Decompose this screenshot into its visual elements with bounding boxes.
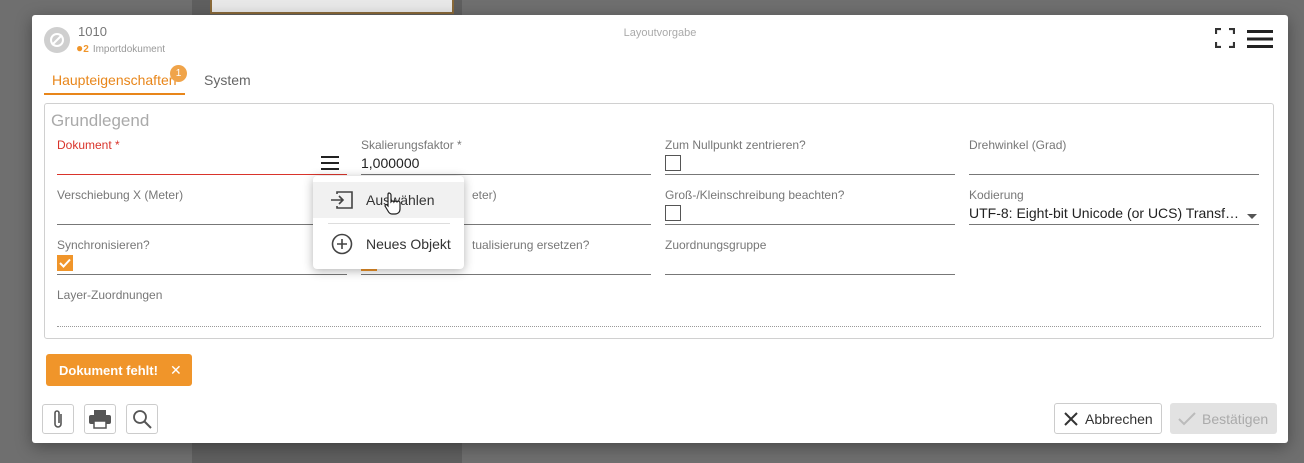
zuordnungsgruppe-input[interactable] [665,252,955,274]
error-chip-label: Dokument fehlt! [59,362,158,378]
tab-system[interactable]: System [196,69,259,91]
field-underline-dotted [57,326,1261,327]
synchronisieren-checkbox[interactable] [57,255,73,271]
field-underline [969,224,1259,225]
close-icon [1064,411,1078,426]
cancel-label: Abbrechen [1085,410,1153,427]
drehwinkel-input[interactable] [969,152,1259,174]
attach-button[interactable] [42,404,74,434]
tab-label: System [204,72,251,88]
field-zuordnungsgruppe[interactable]: Zuordnungsgruppe [665,238,955,275]
field-label: Kodierung [969,188,1024,202]
dialog-title: Layoutvorgabe [623,27,697,39]
confirm-label: Bestätigen [1202,410,1269,427]
field-label: Skalierungsfaktor * [361,138,462,152]
field-skalierungsfaktor[interactable]: Skalierungsfaktor * 1,000000 [361,138,651,175]
field-gross-klein: Groß-/Kleinschreibung beachten? [665,188,955,225]
dropdown-arrow-icon[interactable] [1247,214,1257,219]
kodierung-select[interactable]: UTF-8: Eight-bit Unicode (or UCS) Transf… [969,202,1259,224]
field-nullpunkt: Zum Nullpunkt zentrieren? [665,138,955,175]
field-dokument[interactable]: Dokument * [57,138,347,175]
dokument-popup-menu: Auswählen Neues Objekt [313,176,464,269]
tab-label: Haupteigenschaften [52,72,177,88]
tab-error-badge: 1 [170,65,187,82]
field-underline [969,174,1259,175]
edit-dialog: 1010 ●2 Importdokument Layoutvorgabe Haup… [32,15,1288,443]
field-underline [665,224,955,225]
fullscreen-icon [1214,27,1236,49]
field-underline [361,274,651,275]
record-count: 2 [83,44,89,55]
record-type: Importdokument [92,44,166,55]
search-button[interactable] [126,404,158,434]
field-label: Zum Nullpunkt zentrieren? [665,138,806,152]
fullscreen-button[interactable] [1214,27,1236,49]
nullpunkt-checkbox[interactable] [665,155,681,171]
field-layer-zuordnungen[interactable]: Layer-Zuordnungen [57,288,1261,324]
section-grundlegend: Grundlegend Dokument * Skalierungsfaktor… [44,103,1274,339]
field-underline [57,274,347,275]
field-label: Dokument * [57,138,120,152]
check-icon [1178,411,1196,425]
hand-cursor-icon [383,191,403,215]
confirm-button[interactable]: Bestätigen [1170,403,1277,434]
field-label: Drehwinkel (Grad) [969,138,1067,152]
menu-item-neues-objekt[interactable]: Neues Objekt [313,226,464,262]
cancel-button[interactable]: Abbrechen [1054,403,1162,434]
tab-haupteigenschaften[interactable]: Haupteigenschaften [44,69,185,95]
field-synchronisieren: Synchronisieren? [57,238,347,275]
field-underline [665,174,955,175]
skalierungsfaktor-input[interactable]: 1,000000 [361,152,651,174]
menu-item-label: Neues Objekt [366,236,451,252]
field-label: Groß-/Kleinschreibung beachten? [665,188,845,202]
menu-divider [328,223,450,224]
field-label: Zuordnungsgruppe [665,238,767,252]
search-icon [133,410,152,429]
field-label: Layer-Zuordnungen [57,288,163,302]
error-chip[interactable]: Dokument fehlt! ✕ [46,354,192,386]
field-kodierung[interactable]: Kodierung UTF-8: Eight-bit Unicode (or U… [969,188,1259,225]
field-underline [57,174,347,175]
menu-icon [321,156,339,170]
add-circle-icon [331,233,353,255]
field-label: Synchronisieren? [57,238,150,252]
background-card [210,0,454,14]
field-label: Verschiebung X (Meter) [57,188,184,202]
print-button[interactable] [84,404,116,434]
field-underline [665,274,955,275]
dokument-input[interactable] [57,152,347,174]
field-verschiebung-x[interactable]: Verschiebung X (Meter) [57,188,347,225]
select-icon [331,191,353,209]
field-underline [361,174,651,175]
field-drehwinkel[interactable]: Drehwinkel (Grad) [969,138,1259,175]
record-subtitle: ●2 Importdokument [76,41,165,55]
menu-icon [1247,30,1273,48]
layer-zuordnungen-input[interactable] [57,302,1261,324]
dokument-menu-button[interactable] [321,156,339,170]
gross-klein-checkbox[interactable] [665,205,681,221]
check-icon [59,258,71,268]
printer-icon [89,410,111,429]
dialog-menu-button[interactable] [1247,29,1273,49]
field-underline [57,224,347,225]
section-legend: Grundlegend [51,111,150,130]
paperclip-icon [54,410,62,428]
verschiebung-x-input[interactable] [57,202,347,224]
close-icon[interactable]: ✕ [170,362,182,379]
